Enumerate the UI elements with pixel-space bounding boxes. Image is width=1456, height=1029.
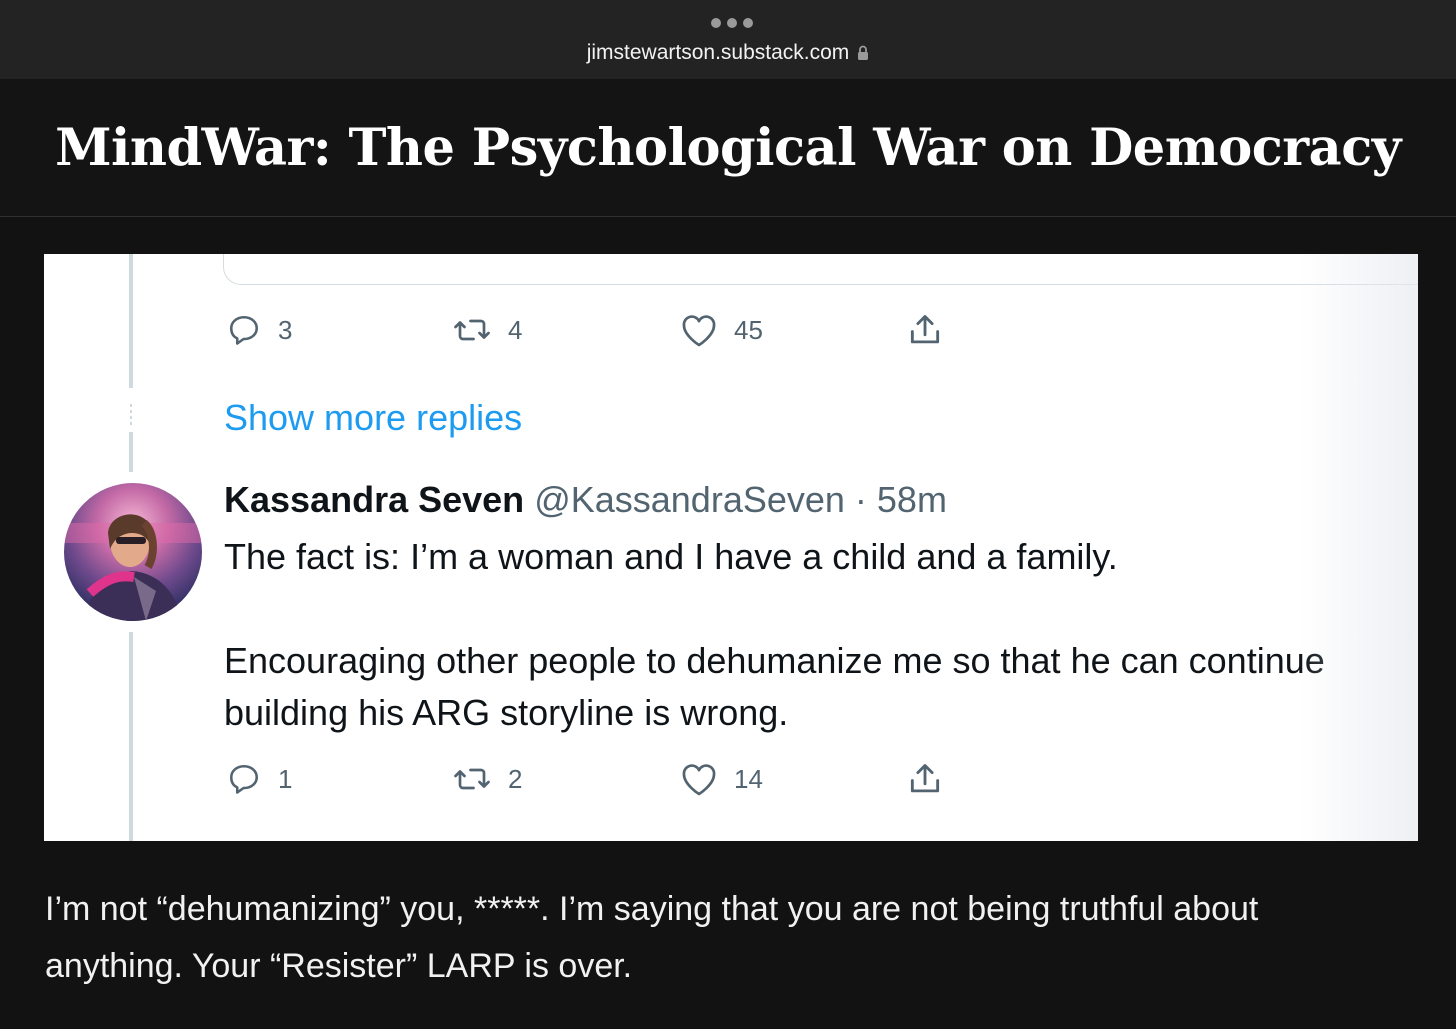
like-button[interactable]: 14 [680, 759, 763, 799]
previous-tweet-actions: 3 4 45 [226, 310, 986, 350]
article-title: MindWar: The Psychological War on Democr… [55, 118, 1401, 178]
retweet-icon [452, 761, 492, 797]
retweet-icon [452, 312, 492, 348]
reply-count: 3 [278, 314, 293, 345]
tweet-author[interactable]: Kassandra Seven @KassandraSeven · 58m [224, 478, 947, 522]
tweet-text-line: The fact is: I’m a woman and I have a ch… [224, 536, 1118, 577]
retweet-button[interactable]: 2 [452, 759, 522, 799]
thread-line-bottom [129, 632, 133, 841]
article-header: MindWar: The Psychological War on Democr… [0, 79, 1456, 217]
author-handle-time: @KassandraSeven · 58m [534, 479, 947, 520]
reply-icon [226, 312, 262, 348]
show-more-replies-link[interactable]: Show more replies [224, 396, 522, 440]
reply-button[interactable]: 3 [226, 310, 292, 350]
address-bar[interactable]: jimstewartson.substack.com [0, 40, 1456, 68]
share-icon [906, 311, 944, 349]
like-count: 45 [734, 314, 763, 345]
browser-top-bar: jimstewartson.substack.com [0, 0, 1456, 79]
share-icon [906, 760, 944, 798]
thread-line-mid [129, 432, 133, 472]
like-button[interactable]: 45 [680, 310, 763, 350]
tweet-actions: 1 2 14 [226, 759, 986, 799]
reply-count: 1 [278, 763, 293, 794]
thread-dotted-line [130, 404, 132, 428]
retweet-count: 4 [508, 314, 523, 345]
quoted-card-edge [223, 254, 1418, 285]
tweet-text-line: Encouraging other people to dehumanize m… [224, 640, 1325, 681]
lock-icon [857, 42, 869, 68]
retweet-count: 2 [508, 763, 523, 794]
avatar[interactable] [64, 483, 202, 621]
share-button[interactable] [906, 759, 944, 799]
retweet-button[interactable]: 4 [452, 310, 522, 350]
heart-icon [680, 312, 718, 348]
author-name[interactable]: Kassandra Seven [224, 479, 524, 520]
article-paragraph: I’m not “dehumanizing” you, *****. I’m s… [45, 890, 1259, 985]
heart-icon [680, 761, 718, 797]
screenshot-edge-shadow [1298, 254, 1418, 841]
url-text: jimstewartson.substack.com [586, 41, 850, 64]
more-options-icon[interactable] [711, 18, 753, 28]
embedded-tweet-screenshot: 3 4 45 Show more replies Kassandra Seven [44, 254, 1418, 841]
like-count: 14 [734, 763, 763, 794]
tweet-text-line: building his ARG storyline is wrong. [224, 692, 789, 733]
thread-line-top [129, 254, 133, 388]
share-button[interactable] [906, 310, 944, 350]
reply-icon [226, 761, 262, 797]
reply-button[interactable]: 1 [226, 759, 292, 799]
